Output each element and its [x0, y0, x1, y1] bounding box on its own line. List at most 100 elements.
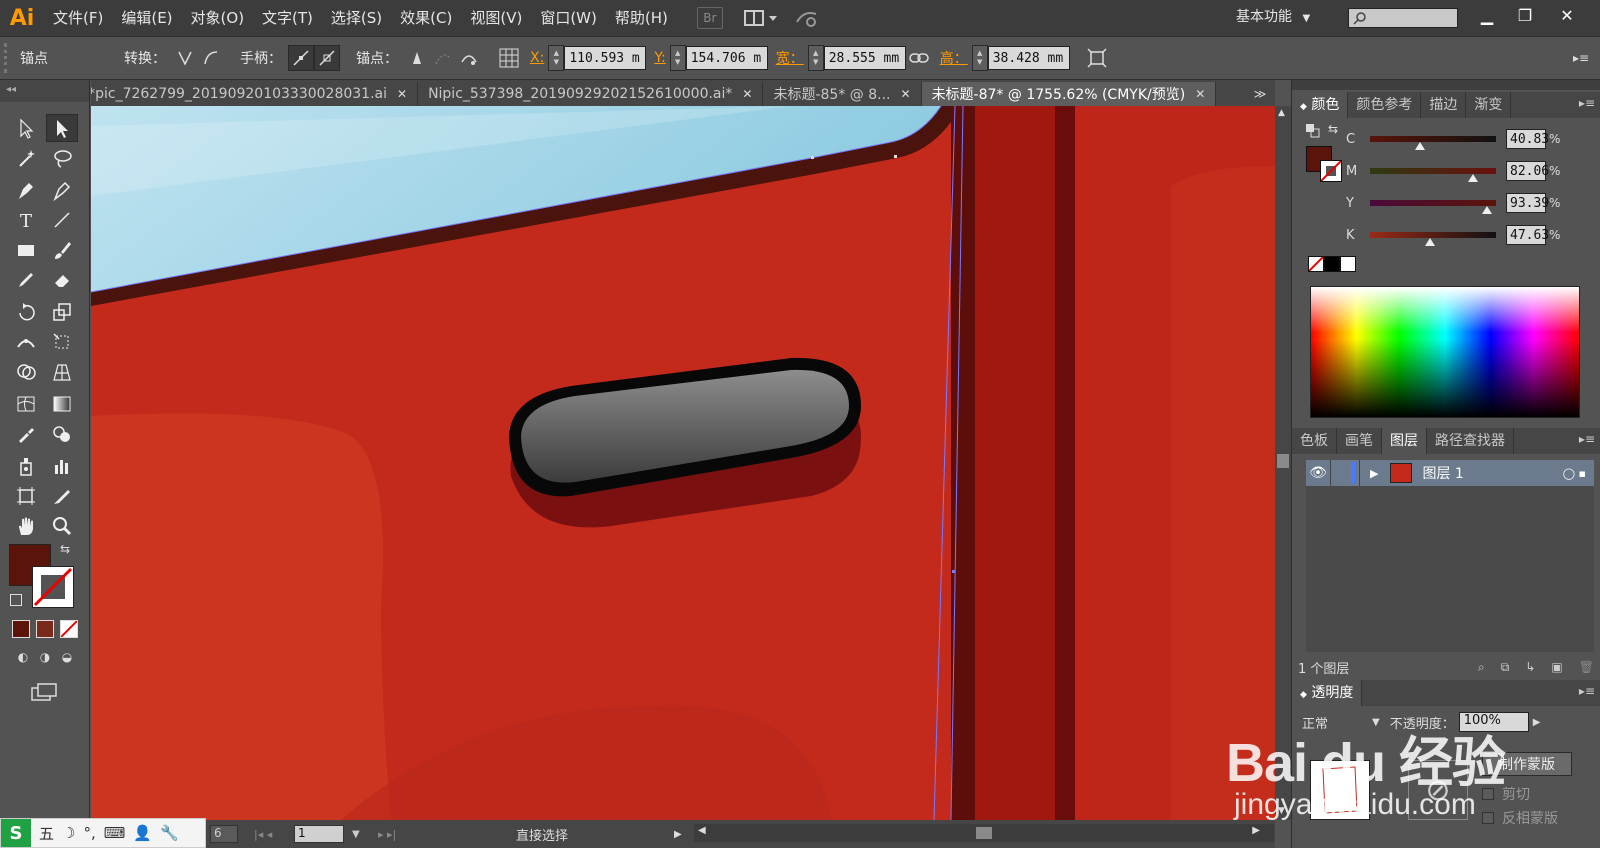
scroll-thumb[interactable]	[1277, 454, 1289, 468]
height-stepper[interactable]: ▲ ▼	[971, 45, 988, 71]
tab-stroke[interactable]: 描边	[1421, 92, 1467, 118]
menu-object[interactable]: 对象(O)	[182, 0, 254, 36]
y-label[interactable]: Y:	[654, 50, 665, 66]
magenta-slider[interactable]: M 82.06%	[1346, 160, 1596, 182]
mesh-tool[interactable]	[10, 390, 42, 418]
width-label[interactable]: 宽：	[776, 48, 804, 68]
locate-object-icon[interactable]: ⌕	[1478, 660, 1485, 675]
h-scroll-thumb[interactable]	[976, 827, 992, 839]
tab-brushes[interactable]: 画笔	[1337, 428, 1382, 454]
cyan-slider[interactable]: C 40.83%	[1346, 128, 1596, 150]
close-icon[interactable]: ✕	[742, 87, 752, 101]
line-segment-tool[interactable]	[46, 206, 78, 234]
symbol-sprayer-tool[interactable]	[10, 452, 42, 480]
tab-color[interactable]: ◆ 颜色	[1292, 92, 1349, 118]
more-tabs-button[interactable]: ≫	[1245, 82, 1275, 106]
cyan-knob[interactable]	[1415, 142, 1426, 150]
cyan-track[interactable]	[1370, 136, 1496, 150]
scroll-right-icon[interactable]: ▶	[1252, 825, 1260, 836]
anchor-point[interactable]	[811, 156, 814, 159]
tab-transparency[interactable]: ◆ 透明度	[1292, 680, 1363, 706]
draw-behind-icon[interactable]: ◑	[40, 650, 50, 668]
y-stepper[interactable]: ▲ ▼	[669, 45, 686, 71]
gradient-tool[interactable]	[46, 390, 78, 418]
rectangle-tool[interactable]	[10, 236, 42, 264]
black-value[interactable]: 47.63	[1506, 225, 1549, 245]
make-clipping-mask-icon[interactable]: ⧉	[1501, 660, 1510, 675]
connect-anchor-button[interactable]	[430, 45, 456, 71]
magenta-knob[interactable]	[1468, 174, 1479, 182]
constrain-proportions-button[interactable]	[906, 45, 932, 71]
panel-menu-icon[interactable]: ▸≡	[1579, 432, 1595, 446]
menu-help[interactable]: 帮助(H)	[606, 0, 677, 36]
menu-select[interactable]: 选择(S)	[322, 0, 391, 36]
eraser-tool[interactable]	[46, 266, 78, 294]
panel-menu-icon[interactable]: ▸≡	[1579, 96, 1595, 110]
yellow-track[interactable]	[1370, 200, 1496, 214]
perspective-grid-tool[interactable]	[46, 358, 78, 386]
tab-swatches[interactable]: 色板	[1292, 428, 1337, 454]
ime-punct-icon[interactable]: °,	[83, 824, 95, 842]
rotate-tool[interactable]	[10, 298, 42, 326]
lock-toggle[interactable]	[1330, 460, 1360, 486]
height-input[interactable]: 38.428 mm	[987, 46, 1070, 70]
width-input[interactable]: 28.555 mm	[823, 46, 906, 70]
eyedropper-tool[interactable]	[10, 420, 42, 448]
tab-document-2[interactable]: Nipic_537398_20190929202152610000.ai* ✕	[418, 82, 764, 106]
column-graph-tool[interactable]	[46, 452, 78, 480]
shape-builder-tool[interactable]	[10, 358, 42, 386]
show-handles-button[interactable]	[288, 45, 314, 71]
page-field[interactable]: 1	[294, 825, 344, 843]
yellow-knob[interactable]	[1482, 206, 1493, 214]
selection-tool[interactable]	[10, 114, 42, 142]
ime-moon-icon[interactable]: ☽	[62, 824, 75, 842]
x-label[interactable]: X:	[530, 50, 544, 66]
layer-row[interactable]: 👁 ▶ 图层 1 ◯ ▪	[1306, 460, 1594, 486]
gradient-mode-button[interactable]	[36, 620, 54, 638]
x-input[interactable]: 110.593 m	[564, 46, 647, 70]
black-knob[interactable]	[1425, 238, 1436, 246]
invert-mask-option[interactable]: 反相蒙版	[1482, 808, 1592, 828]
clip-option[interactable]: 剪切	[1482, 784, 1592, 804]
direct-selection-tool[interactable]	[46, 114, 78, 142]
menu-effect[interactable]: 效果(C)	[391, 0, 461, 36]
width-stepper[interactable]: ▲ ▼	[807, 45, 824, 71]
first-page-icon[interactable]: |◂ ◂	[254, 828, 272, 841]
black-track[interactable]	[1370, 232, 1496, 246]
vertical-scrollbar[interactable]: ▲ ▼	[1275, 106, 1291, 820]
default-fill-stroke-icon[interactable]	[1306, 124, 1320, 138]
menu-edit[interactable]: 编辑(E)	[112, 0, 181, 36]
none-mode-button[interactable]	[60, 620, 78, 638]
layer-name[interactable]: 图层 1	[1422, 463, 1463, 483]
chevron-down-icon[interactable]: ▼	[1372, 717, 1380, 728]
tab-document-4[interactable]: 未标题-87* @ 1755.62% (CMYK/预览) ✕	[921, 82, 1217, 106]
new-layer-icon[interactable]: ▣	[1551, 660, 1562, 675]
toolbox-grip[interactable]: ◂◂	[0, 80, 89, 102]
draw-normal-icon[interactable]: ◐	[18, 650, 28, 668]
next-page-icon[interactable]: ▸ ▸|	[378, 828, 396, 841]
menu-file[interactable]: 文件(F)	[44, 0, 112, 36]
blend-tool[interactable]	[46, 420, 78, 448]
minimize-button[interactable]: ▁	[1470, 2, 1504, 28]
artboard-tool[interactable]	[10, 482, 42, 510]
delete-layer-icon[interactable]: 🗑	[1579, 660, 1594, 675]
sync-settings-button[interactable]	[793, 7, 821, 29]
scale-tool[interactable]	[46, 298, 78, 326]
opacity-input[interactable]: 100%	[1458, 712, 1529, 732]
status-menu-icon[interactable]: ▶	[674, 829, 682, 840]
yellow-value[interactable]: 93.39	[1506, 193, 1549, 213]
chevron-down-icon[interactable]: ▼	[352, 829, 360, 840]
black-swatch[interactable]	[1324, 256, 1340, 272]
y-input[interactable]: 154.706 m	[685, 46, 768, 70]
cyan-value[interactable]: 40.83	[1506, 129, 1549, 149]
white-swatch[interactable]	[1340, 256, 1356, 272]
sogou-logo[interactable]: S	[1, 819, 31, 847]
workspace-switcher[interactable]: 基本功能 ▼	[1236, 0, 1310, 36]
ime-wubi[interactable]: 五	[39, 823, 54, 844]
panel-stroke-swatch[interactable]	[1320, 160, 1342, 182]
tab-pathfinder[interactable]: 路径查找器	[1427, 428, 1514, 454]
scroll-left-icon[interactable]: ◀	[698, 825, 706, 836]
restore-button[interactable]: ❐	[1508, 2, 1542, 28]
ime-user-icon[interactable]: 👤	[133, 824, 152, 842]
align-grid-button[interactable]	[496, 45, 522, 71]
